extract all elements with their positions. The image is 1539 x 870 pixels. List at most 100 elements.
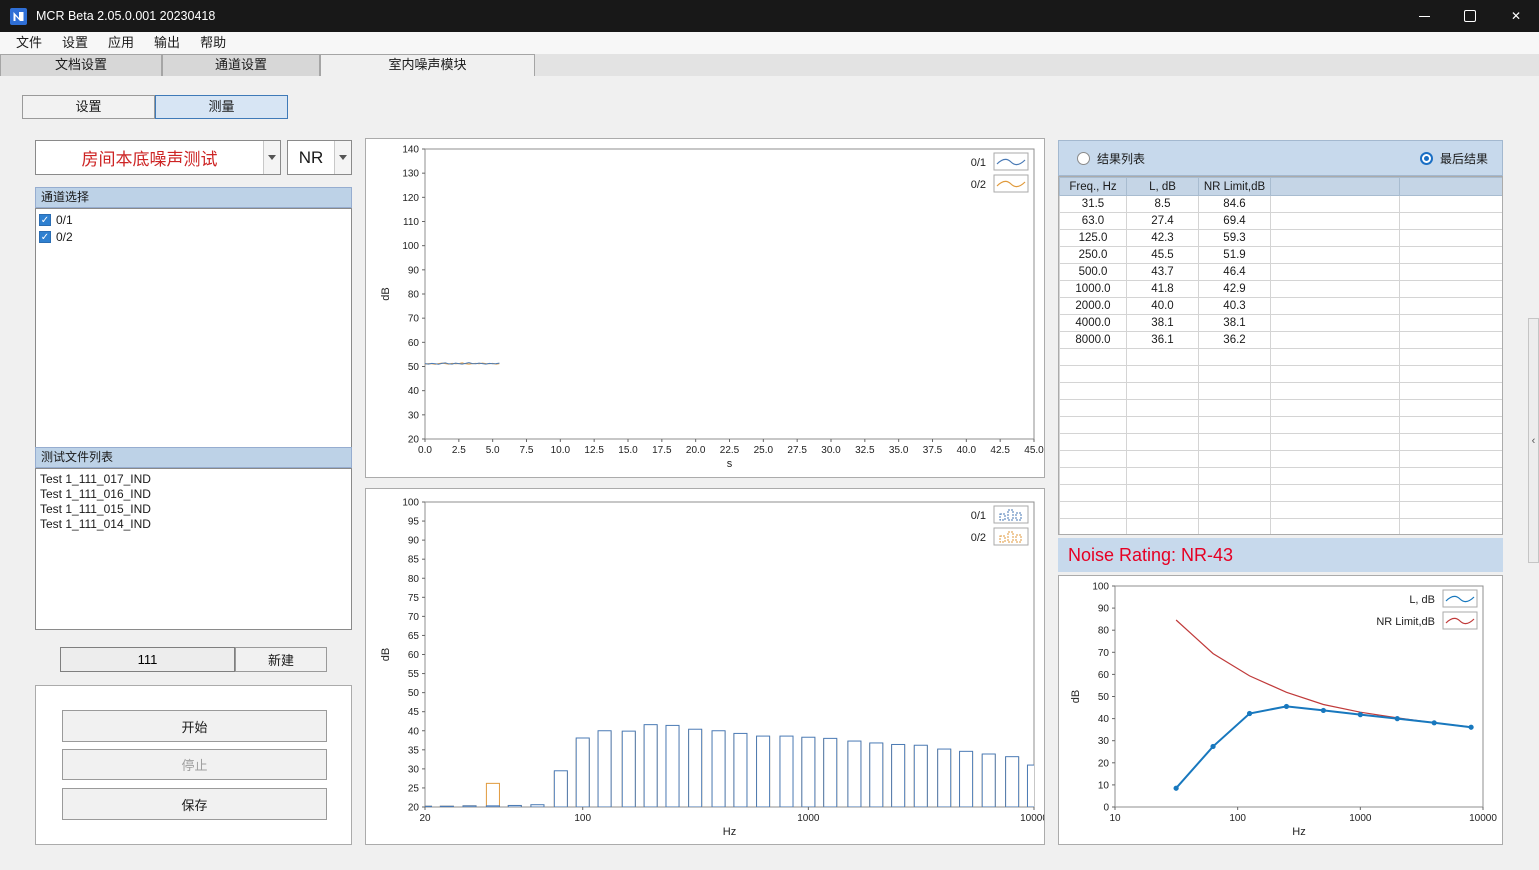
menu-apply[interactable]: 应用	[98, 32, 144, 54]
stop-button[interactable]: 停止	[62, 749, 327, 780]
table-row[interactable]: 8000.036.136.2	[1060, 332, 1503, 349]
table-cell	[1199, 383, 1271, 400]
table-cell	[1271, 383, 1400, 400]
radio-last-result[interactable]: 最后结果	[1420, 150, 1488, 167]
collapse-panel-handle[interactable]	[1528, 318, 1539, 563]
radio-result-list[interactable]: 结果列表	[1077, 150, 1145, 167]
table-row[interactable]	[1060, 519, 1503, 536]
table-row[interactable]: 250.045.551.9	[1060, 247, 1503, 264]
table-cell	[1060, 485, 1127, 502]
chevron-down-icon	[268, 155, 276, 160]
file-list-item[interactable]: Test 1_111_014_IND	[36, 517, 351, 532]
maximize-button[interactable]	[1447, 0, 1493, 32]
table-cell: 38.1	[1127, 315, 1199, 332]
table-cell	[1060, 383, 1127, 400]
table-row[interactable]	[1060, 434, 1503, 451]
svg-text:10000: 10000	[1020, 813, 1044, 824]
table-row[interactable]	[1060, 417, 1503, 434]
table-cell	[1271, 502, 1400, 519]
table-row[interactable]	[1060, 502, 1503, 519]
table-cell: 45.5	[1127, 247, 1199, 264]
table-cell	[1400, 400, 1503, 417]
file-list-item[interactable]: Test 1_111_015_IND	[36, 502, 351, 517]
table-row[interactable]: 4000.038.138.1	[1060, 315, 1503, 332]
menu-settings[interactable]: 设置	[52, 32, 98, 54]
table-cell: 43.7	[1127, 264, 1199, 281]
svg-text:90: 90	[408, 536, 420, 547]
table-row[interactable]	[1060, 451, 1503, 468]
table-row[interactable]: 500.043.746.4	[1060, 264, 1503, 281]
table-row[interactable]	[1060, 349, 1503, 366]
table-cell	[1127, 366, 1199, 383]
channel-item[interactable]: ✓ 0/1	[36, 211, 351, 228]
table-row[interactable]: 31.58.584.6	[1060, 196, 1503, 213]
table-row[interactable]	[1060, 468, 1503, 485]
svg-text:45: 45	[408, 707, 420, 718]
svg-text:32.5: 32.5	[855, 445, 875, 456]
menubar: 文件 设置 应用 输出 帮助	[0, 32, 1539, 54]
tab-document-settings[interactable]: 文档设置	[0, 54, 162, 76]
channel-listbox[interactable]: ✓ 0/1 ✓ 0/2	[35, 208, 352, 448]
table-row[interactable]: 63.027.469.4	[1060, 213, 1503, 230]
tab-room-noise-module[interactable]: 室内噪声模块	[320, 54, 535, 76]
table-cell	[1127, 349, 1199, 366]
channel-item[interactable]: ✓ 0/2	[36, 228, 351, 245]
save-button[interactable]: 保存	[62, 788, 327, 820]
test-file-list-header: 测试文件列表	[35, 447, 352, 468]
svg-text:90: 90	[1098, 604, 1110, 615]
channel-checkbox-checked-icon[interactable]: ✓	[39, 214, 51, 226]
rating-type-dropdown-zone[interactable]	[334, 141, 351, 174]
subtab-settings[interactable]: 设置	[22, 95, 155, 119]
table-cell	[1400, 332, 1503, 349]
table-row[interactable]: 1000.041.842.9	[1060, 281, 1503, 298]
close-button[interactable]	[1493, 0, 1539, 32]
svg-text:100: 100	[1229, 813, 1246, 824]
svg-text:42.5: 42.5	[990, 445, 1010, 456]
table-row[interactable]	[1060, 485, 1503, 502]
tab-channel-settings[interactable]: 通道设置	[162, 54, 320, 76]
test-name-dropdown-zone[interactable]	[263, 141, 280, 174]
rating-type-combobox[interactable]: NR	[287, 140, 352, 175]
svg-text:60: 60	[408, 338, 420, 349]
table-row[interactable]	[1060, 366, 1503, 383]
test-name-input[interactable]	[60, 647, 235, 672]
table-cell	[1271, 434, 1400, 451]
channel-label: 0/1	[56, 213, 73, 227]
subtab-measure[interactable]: 测量	[155, 95, 288, 119]
table-cell	[1060, 502, 1127, 519]
table-cell	[1199, 417, 1271, 434]
table-cell: 8000.0	[1060, 332, 1127, 349]
table-cell	[1127, 502, 1199, 519]
table-row[interactable]: 2000.040.040.3	[1060, 298, 1503, 315]
menu-help[interactable]: 帮助	[190, 32, 236, 54]
table-cell	[1400, 281, 1503, 298]
radio-unselected-icon[interactable]	[1077, 152, 1090, 165]
table-row[interactable]	[1060, 400, 1503, 417]
test-file-listbox[interactable]: Test 1_111_017_IND Test 1_111_016_IND Te…	[35, 468, 352, 630]
table-cell	[1127, 417, 1199, 434]
test-name-combobox[interactable]: 房间本底噪声测试	[35, 140, 281, 175]
channel-checkbox-checked-icon[interactable]: ✓	[39, 231, 51, 243]
titlebar: MCR Beta 2.05.0.001 20230418	[0, 0, 1539, 32]
new-button[interactable]: 新建	[235, 647, 327, 672]
table-row[interactable]: 125.042.359.3	[1060, 230, 1503, 247]
svg-text:37.5: 37.5	[923, 445, 943, 456]
menu-output[interactable]: 输出	[144, 32, 190, 54]
radio-selected-icon[interactable]	[1420, 152, 1433, 165]
table-cell	[1400, 196, 1503, 213]
file-list-item[interactable]: Test 1_111_017_IND	[36, 472, 351, 487]
start-button[interactable]: 开始	[62, 710, 327, 742]
table-cell	[1400, 383, 1503, 400]
file-list-item[interactable]: Test 1_111_016_IND	[36, 487, 351, 502]
table-cell	[1127, 468, 1199, 485]
minimize-button[interactable]	[1401, 0, 1447, 32]
time-history-chart-panel: 20304050607080901001101201301400.02.55.0…	[365, 138, 1045, 478]
table-cell	[1060, 468, 1127, 485]
rating-type-value: NR	[288, 148, 334, 168]
table-cell	[1060, 400, 1127, 417]
table-row[interactable]	[1060, 383, 1503, 400]
table-cell	[1400, 434, 1503, 451]
table-cell	[1400, 298, 1503, 315]
menu-file[interactable]: 文件	[6, 32, 52, 54]
svg-text:30: 30	[408, 764, 420, 775]
